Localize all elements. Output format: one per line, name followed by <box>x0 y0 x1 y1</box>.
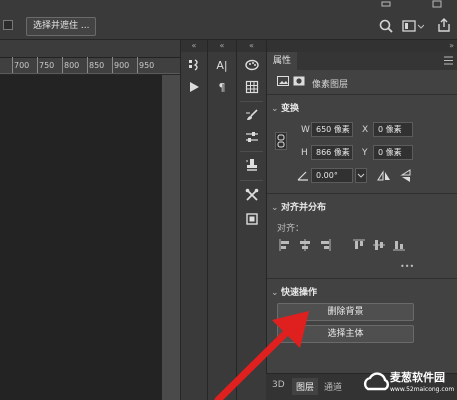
search-icon[interactable] <box>378 18 394 34</box>
section-title: 对齐并分布 <box>281 203 327 213</box>
collapse-icon[interactable]: « <box>181 40 207 52</box>
divider <box>240 151 263 152</box>
ruler-label: 700 <box>14 61 30 70</box>
divider <box>267 94 457 95</box>
cloud-logo-icon <box>363 372 389 391</box>
divider <box>240 180 263 181</box>
properties-panel: » 属性 像素图层 ⌄ 变换 W 650 像素 X 0 像素 H 866 像素 Y… <box>266 40 457 400</box>
adjustments-sliders-icon[interactable] <box>241 128 263 146</box>
tools-crossed-icon[interactable] <box>241 186 263 204</box>
flip-vertical-icon[interactable] <box>400 169 412 183</box>
divider <box>267 278 457 279</box>
artboard-icon[interactable] <box>241 210 263 228</box>
panel-column-1: « <box>180 40 207 400</box>
align-sub-label: 对齐： <box>277 224 305 234</box>
image-icon <box>277 76 289 86</box>
angle-field[interactable]: 0.00° <box>311 168 353 183</box>
ruler-tick <box>62 57 63 73</box>
ruler-label: 900 <box>114 61 130 70</box>
brush-icon[interactable] <box>241 106 263 124</box>
align-center-v-icon[interactable] <box>373 239 385 251</box>
window-restore-icon[interactable] <box>430 0 444 8</box>
stamp-icon[interactable] <box>241 156 263 174</box>
workspace-icon[interactable] <box>402 18 425 34</box>
panel-column-3: « <box>236 40 266 400</box>
paragraph-icon[interactable]: ¶ <box>211 78 233 96</box>
tab-properties[interactable]: 属性 <box>267 52 298 70</box>
section-title: 快速操作 <box>281 288 318 298</box>
ruler-tick <box>12 57 13 73</box>
mask-icon <box>293 76 305 86</box>
section-title: 变换 <box>281 104 300 114</box>
panel-header: » <box>267 40 457 52</box>
select-subject-button[interactable]: 选择主体 <box>277 325 414 343</box>
angle-dropdown-chevron-icon[interactable] <box>355 168 367 183</box>
option-checkbox[interactable] <box>3 20 13 30</box>
collapse-icon[interactable]: « <box>237 40 266 52</box>
align-right-icon[interactable] <box>319 239 331 251</box>
angle-icon <box>297 171 309 181</box>
ruler-tick <box>112 57 113 73</box>
more-options-icon[interactable]: ••• <box>400 262 414 271</box>
x-field[interactable]: 0 像素 <box>373 122 413 137</box>
canvas-pasteboard <box>162 75 180 400</box>
watermark: 麦葱软件园 www.52maicong.com <box>362 364 457 400</box>
divider <box>240 101 263 102</box>
properties-tabbar: 属性 <box>267 52 457 70</box>
align-left-icon[interactable] <box>279 239 291 251</box>
ruler-label: 950 <box>139 61 155 70</box>
width-label: W <box>301 125 310 135</box>
history-brush-icon[interactable] <box>183 56 205 74</box>
x-label: X <box>362 125 369 135</box>
y-field[interactable]: 0 像素 <box>373 145 413 160</box>
flip-horizontal-icon[interactable] <box>377 170 391 182</box>
tab-layers[interactable]: 图层 <box>292 378 319 395</box>
color-wheel-icon[interactable] <box>241 56 263 74</box>
ruler-tick <box>137 57 138 73</box>
collapse-icon[interactable]: « <box>208 40 236 52</box>
document-tab-strip <box>0 40 180 58</box>
character-icon[interactable]: A| <box>211 56 233 74</box>
ruler-label: 750 <box>39 61 55 70</box>
ruler-label: 850 <box>89 61 105 70</box>
ruler-tick <box>87 57 88 73</box>
horizontal-ruler: 700 750 800 850 900 950 <box>0 57 180 74</box>
align-top-icon[interactable] <box>353 239 365 251</box>
section-transform-header[interactable]: ⌄ 变换 <box>271 101 299 114</box>
panel-menu-icon[interactable] <box>444 56 453 65</box>
chevron-down-icon: ⌄ <box>271 288 279 298</box>
tab-channels[interactable]: 通道 <box>324 380 342 393</box>
section-align-header[interactable]: ⌄ 对齐并分布 <box>271 200 326 213</box>
options-bar: 选择并遮住 ... <box>0 0 457 40</box>
section-quick-actions-header[interactable]: ⌄ 快速操作 <box>271 285 317 298</box>
collapse-icon[interactable]: » <box>449 40 454 52</box>
width-field[interactable]: 650 像素 <box>311 122 353 137</box>
chevron-down-icon: ⌄ <box>271 203 279 213</box>
divider <box>267 193 457 194</box>
align-bottom-icon[interactable] <box>393 239 405 251</box>
play-icon[interactable] <box>183 78 205 96</box>
ruler-tick <box>37 57 38 73</box>
link-icon[interactable] <box>275 132 287 150</box>
y-label: Y <box>362 148 368 158</box>
remove-background-button[interactable]: 删除背景 <box>277 303 414 321</box>
share-icon[interactable] <box>436 17 452 33</box>
layer-type-label: 像素图层 <box>312 80 349 90</box>
minimize-icon[interactable] <box>379 0 393 8</box>
ruler-label: 800 <box>64 61 80 70</box>
tab-3d[interactable]: 3D <box>272 380 285 390</box>
panel-column-2: « A| ¶ <box>207 40 236 400</box>
watermark-url: www.52maicong.com <box>390 386 455 393</box>
swatches-grid-icon[interactable] <box>241 78 263 96</box>
select-and-mask-button[interactable]: 选择并遮住 ... <box>26 17 97 36</box>
watermark-title: 麦葱软件园 <box>390 371 445 384</box>
chevron-down-icon: ⌄ <box>271 104 279 114</box>
image-canvas[interactable] <box>0 75 162 400</box>
height-field[interactable]: 866 像素 <box>311 145 353 160</box>
height-label: H <box>301 148 308 158</box>
align-center-h-icon[interactable] <box>299 239 311 251</box>
